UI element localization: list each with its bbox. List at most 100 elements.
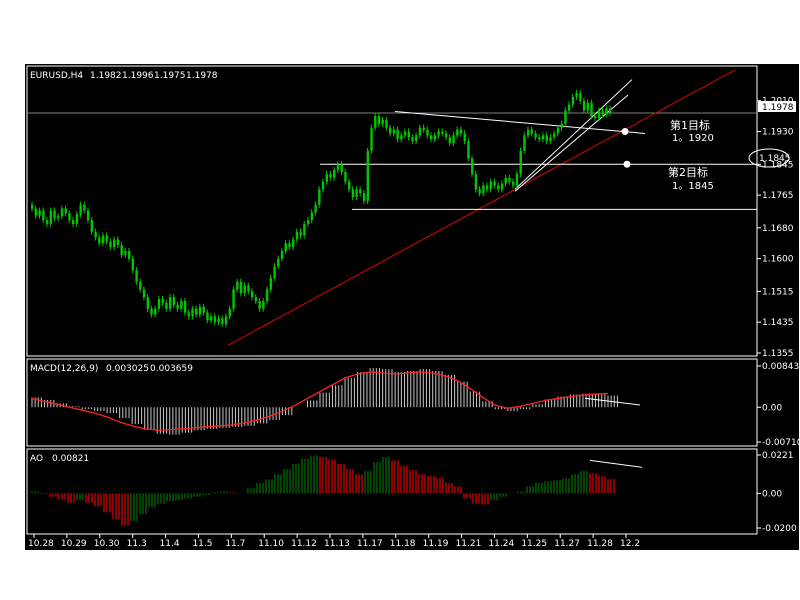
candle-body (98, 237, 101, 244)
candle-body (172, 297, 176, 305)
candle-body (336, 164, 340, 171)
target2-marker (623, 160, 631, 168)
candle-body (359, 189, 362, 194)
candle-body (243, 285, 246, 294)
candle-body (515, 173, 519, 186)
candle-body (493, 181, 496, 186)
candle-body (538, 137, 541, 140)
candle-body (433, 135, 437, 140)
candle-body (142, 289, 146, 298)
candle-body (45, 220, 49, 224)
candle-body (68, 213, 71, 221)
candle-body (582, 100, 586, 111)
candle-body (306, 220, 310, 224)
ohlc-close: 1.1978 (186, 71, 218, 81)
target2-value: 1。1845 (672, 181, 714, 192)
price-tick-label: 1.1765 (762, 191, 794, 201)
candle-body (195, 308, 198, 315)
candle-body (347, 181, 351, 190)
candle-body (415, 135, 418, 142)
candle-body (605, 108, 608, 115)
candle-body (131, 258, 135, 271)
candle-body (180, 301, 183, 309)
ohlc-low: 1.1975 (154, 71, 186, 81)
time-label: 11.10 (258, 539, 284, 549)
candle-body (86, 210, 90, 221)
candle-body (254, 297, 258, 302)
candle-body (127, 250, 131, 259)
candle-body (310, 212, 314, 221)
candle-body (526, 129, 530, 136)
candle-body (109, 241, 112, 248)
candle-body (504, 177, 507, 184)
candle-body (508, 177, 511, 182)
candle-body (519, 150, 522, 174)
candle-body (120, 245, 123, 255)
candle-body (471, 158, 474, 174)
candle-body (209, 316, 213, 321)
price-tick-label: 1.1930 (762, 128, 794, 138)
candle-body (228, 308, 232, 317)
candle-body (567, 104, 571, 111)
candle-body (388, 127, 392, 134)
candle-body (72, 220, 75, 224)
ao-tick-label: -0.0200 (762, 524, 797, 534)
candle-body (295, 231, 299, 240)
candle-body (64, 208, 67, 214)
candle-body (292, 239, 295, 248)
candle-body (344, 171, 347, 182)
ohlc-high: 1.1996 (122, 71, 154, 81)
candle-body (523, 135, 526, 151)
candle-body (38, 210, 41, 216)
candle-body (594, 116, 597, 119)
time-label: 11.5 (192, 539, 212, 549)
candle-body (146, 297, 149, 309)
ao-tick-label: 0.0221 (762, 451, 794, 461)
ohlc-open: 1.1982 (90, 71, 122, 81)
candle-body (94, 231, 97, 238)
candle-body (262, 301, 265, 309)
candle-body (362, 193, 366, 201)
candle-body (135, 270, 138, 282)
candle-body (75, 214, 79, 224)
candle-body (157, 299, 161, 309)
candle-body (553, 133, 556, 138)
candle-body (124, 250, 127, 255)
candle-body (105, 235, 108, 242)
candle-body (269, 277, 273, 290)
candle-body (385, 119, 388, 128)
candle-body (485, 185, 489, 190)
time-label: 11.13 (324, 539, 350, 549)
ao-tick-label: 0.00 (762, 489, 782, 499)
candle-body (236, 281, 239, 290)
macd-tick-label: 0.00 (762, 403, 782, 413)
time-label: 10.29 (61, 539, 87, 549)
target2-price-label: 1.1845 (759, 154, 791, 164)
candle-body (474, 173, 478, 190)
candle-body (57, 216, 60, 219)
candle-body (422, 127, 425, 130)
candle-body (251, 291, 254, 298)
candle-body (571, 96, 575, 105)
candle-body (277, 258, 280, 267)
candle-body (101, 235, 105, 244)
candle-body (273, 266, 276, 278)
candle-body (191, 308, 194, 317)
candle-body (400, 135, 403, 140)
time-label: 11.7 (225, 539, 245, 549)
candle-body (90, 220, 94, 232)
candle-body (168, 297, 172, 309)
candle-body (139, 281, 142, 290)
candle-body (586, 102, 590, 111)
candle-body (377, 116, 381, 124)
price-tick-label: 1.1600 (762, 255, 794, 265)
candle-body (53, 210, 56, 219)
candle-body (314, 204, 317, 213)
candle-body (183, 301, 187, 313)
candle-body (113, 239, 116, 248)
time-label: 11.28 (587, 539, 613, 549)
macd-tick-label: 0.00843 (762, 362, 799, 372)
candle-body (370, 127, 373, 151)
candle-body (530, 129, 534, 134)
candle-body (512, 181, 515, 186)
